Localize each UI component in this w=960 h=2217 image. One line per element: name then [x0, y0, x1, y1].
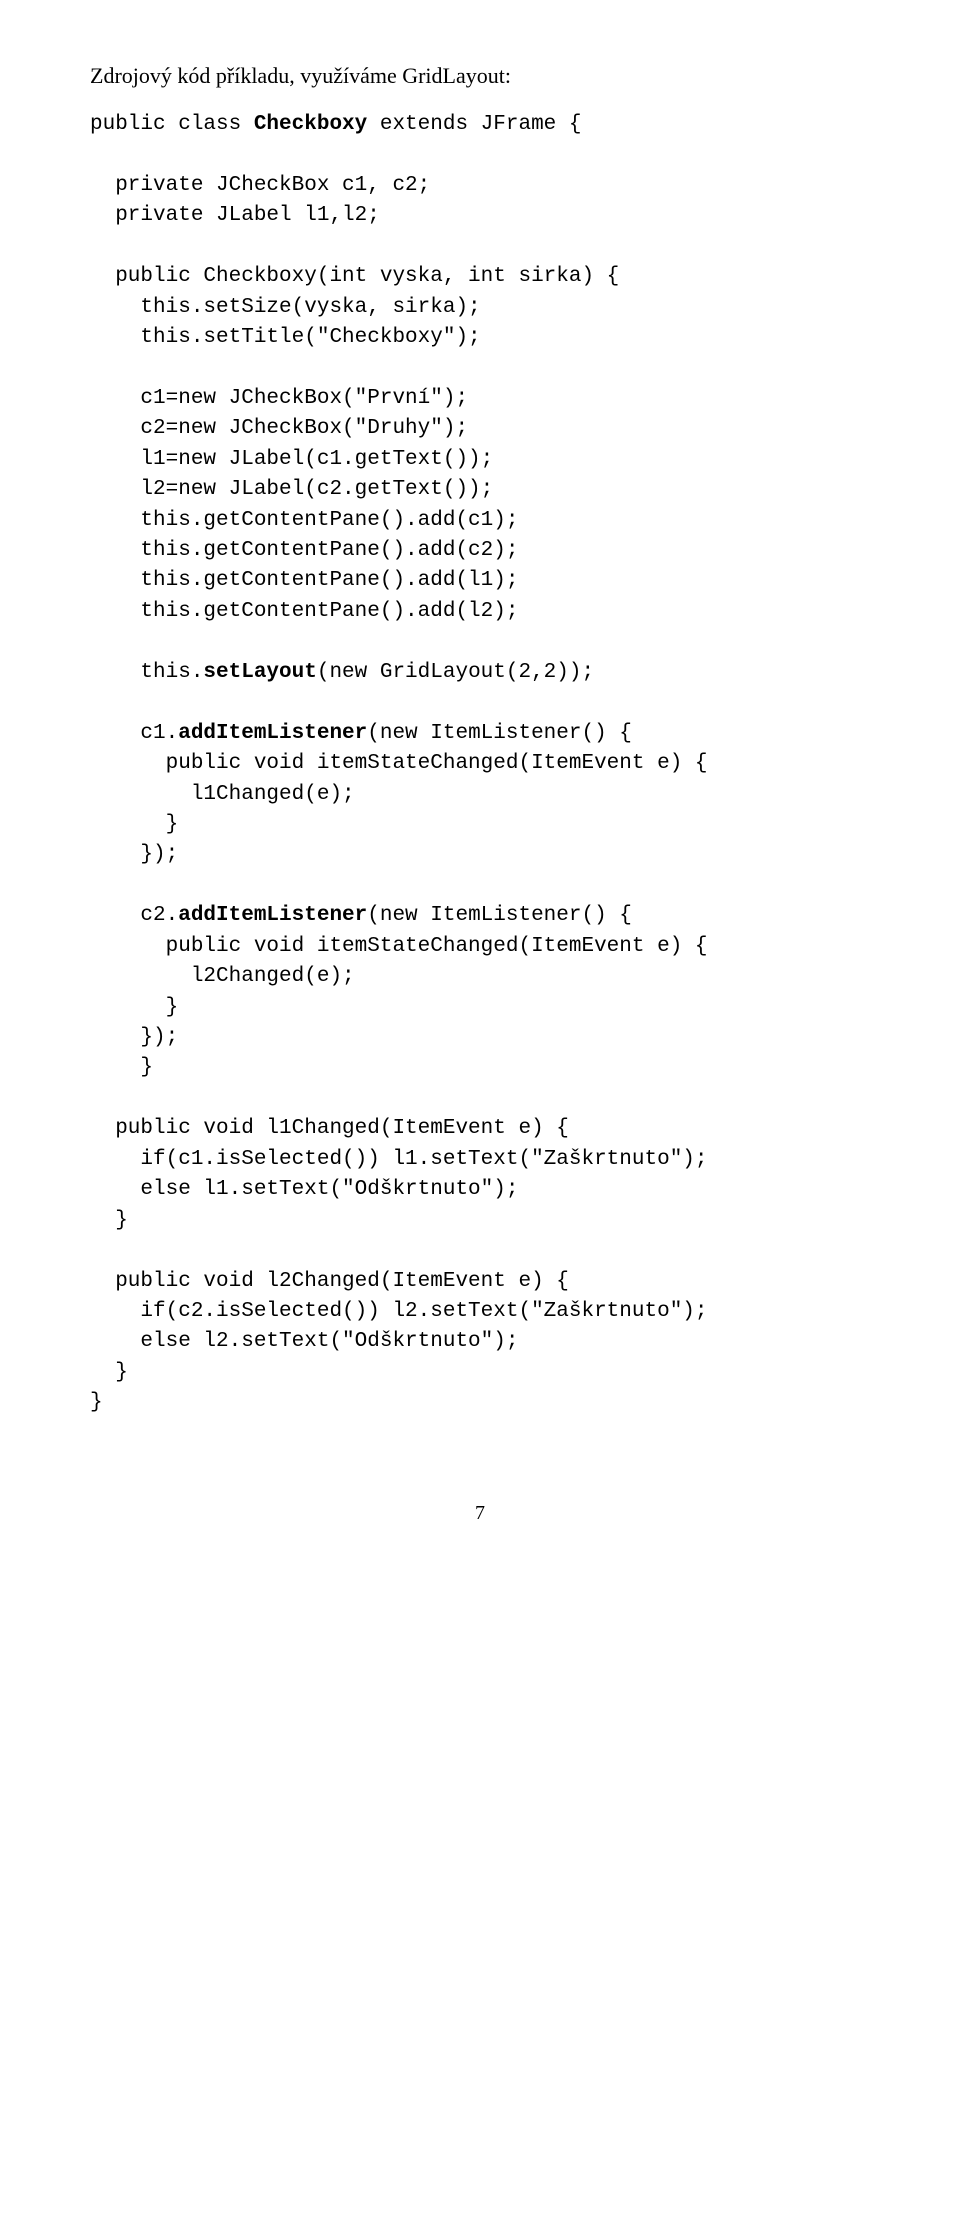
code-line: }	[90, 1361, 128, 1384]
code-line: l1Changed(e);	[90, 783, 355, 806]
code-line: this.setTitle("Checkboxy");	[90, 326, 481, 349]
code-line: }	[90, 1209, 128, 1232]
code-line: public void l1Changed(ItemEvent e) {	[90, 1117, 569, 1140]
code-line: this.getContentPane().add(l2);	[90, 600, 518, 623]
code-line: c1.	[90, 722, 178, 745]
code-line: });	[90, 1026, 178, 1049]
code-line: public void l2Changed(ItemEvent e) {	[90, 1270, 569, 1293]
code-line: else l1.setText("Odškrtnuto");	[90, 1178, 518, 1201]
code-line: public class	[90, 113, 254, 136]
code-bold: addItemListener	[178, 904, 367, 927]
code-line: this.getContentPane().add(c1);	[90, 509, 518, 532]
code-line: public Checkboxy(int vyska, int sirka) {	[90, 265, 619, 288]
code-line: }	[90, 813, 178, 836]
code-line: this.setSize(vyska, sirka);	[90, 296, 481, 319]
code-bold: setLayout	[203, 661, 316, 684]
code-line: l1=new JLabel(c1.getText());	[90, 448, 493, 471]
code-line: public void itemStateChanged(ItemEvent e…	[90, 752, 708, 775]
code-line: c2.	[90, 904, 178, 927]
code-line: c2=new JCheckBox("Druhy");	[90, 417, 468, 440]
code-line: }	[90, 1056, 153, 1079]
code-line: }	[90, 996, 178, 1019]
code-line: (new GridLayout(2,2));	[317, 661, 594, 684]
code-line: (new ItemListener() {	[367, 722, 632, 745]
code-line: });	[90, 843, 178, 866]
code-line: this.getContentPane().add(c2);	[90, 539, 518, 562]
code-line: this.	[90, 661, 203, 684]
code-line: }	[90, 1391, 103, 1414]
code-line: extends JFrame {	[367, 113, 581, 136]
code-line: if(c2.isSelected()) l2.setText("Zaškrtnu…	[90, 1300, 708, 1323]
code-bold: Checkboxy	[254, 113, 367, 136]
code-line: l2Changed(e);	[90, 965, 355, 988]
code-line: (new ItemListener() {	[367, 904, 632, 927]
page-number: 7	[90, 1499, 870, 1528]
code-line: public void itemStateChanged(ItemEvent e…	[90, 935, 708, 958]
code-line: private JLabel l1,l2;	[90, 204, 380, 227]
code-line: else l2.setText("Odškrtnuto");	[90, 1330, 518, 1353]
code-line: l2=new JLabel(c2.getText());	[90, 478, 493, 501]
intro-text: Zdrojový kód příkladu, využíváme GridLay…	[90, 60, 870, 92]
code-bold: addItemListener	[178, 722, 367, 745]
code-line: this.getContentPane().add(l1);	[90, 569, 518, 592]
code-line: private JCheckBox c1, c2;	[90, 174, 430, 197]
code-line: c1=new JCheckBox("První");	[90, 387, 468, 410]
code-block: public class Checkboxy extends JFrame { …	[90, 110, 870, 1419]
code-line: if(c1.isSelected()) l1.setText("Zaškrtnu…	[90, 1148, 708, 1171]
